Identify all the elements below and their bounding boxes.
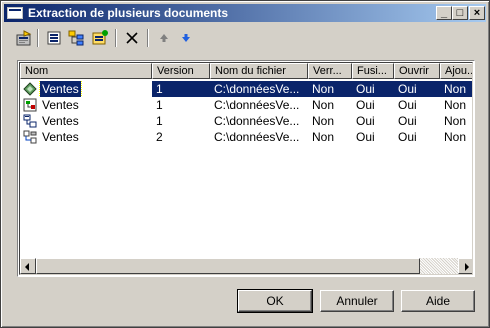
column-header[interactable]: Ouvrir (394, 63, 440, 79)
name-label: Ventes (42, 114, 79, 128)
list-header: Nom Version Nom du fichier Verr... Fusi... Ou… (20, 63, 472, 79)
table-cell: 2 (156, 130, 163, 144)
table-row[interactable]: Ventes 2 C:\donnéesVe... Non Oui Oui Non (20, 129, 472, 145)
table-cell: Oui (352, 81, 394, 97)
help-button[interactable]: Aide (401, 290, 475, 312)
column-header[interactable]: Nom du fichier (210, 63, 308, 79)
documents-list[interactable]: Nom Version Nom du fichier Verr... Fusi... Ou… (17, 60, 475, 277)
name-cell: Ventes (20, 113, 152, 129)
select-all-icon[interactable] (45, 29, 63, 47)
model-icon-3 (23, 114, 37, 128)
table-cell: Oui (394, 81, 440, 97)
table-cell: C:\donnéesVe... (214, 114, 300, 128)
toolbar-separator (147, 29, 149, 47)
maximize-button[interactable]: □ (452, 6, 468, 20)
toolbar-separator (115, 29, 117, 47)
table-cell: Oui (356, 114, 375, 128)
cancel-button[interactable]: Annuler (320, 290, 394, 312)
toolbar-separator (37, 29, 39, 47)
minimize-button[interactable]: _ (436, 6, 452, 20)
table-cell: Non (312, 98, 335, 112)
name-label: Ventes (39, 81, 82, 97)
name-label: Ventes (42, 98, 79, 112)
tree-icon[interactable] (67, 29, 85, 47)
table-cell: 1 (156, 98, 163, 112)
model-icon-4 (23, 130, 37, 144)
table-row[interactable]: Ventes 1 C:\donnéesVe... Non Oui Oui Non (20, 97, 472, 113)
name-label: Ventes (42, 130, 79, 144)
table-row[interactable]: Ventes 1 C:\donnéesVe... Non Oui Oui Non (20, 113, 472, 129)
dialog-window: Extraction de plusieurs documents _ □ × (0, 0, 490, 328)
table-cell: 1 (152, 81, 210, 97)
title-bar[interactable]: Extraction de plusieurs documents _ □ × (4, 4, 486, 22)
scroll-left-button[interactable] (20, 258, 36, 274)
table-cell: Oui (398, 130, 417, 144)
model-icon-1 (23, 82, 37, 96)
table-cell: Oui (356, 130, 375, 144)
scroll-right-button[interactable] (458, 258, 472, 274)
delete-icon[interactable] (123, 29, 141, 47)
window-icon (7, 7, 23, 19)
scroll-thumb[interactable] (36, 258, 420, 274)
toolbar (11, 27, 311, 49)
table-cell: Oui (398, 114, 417, 128)
column-header[interactable]: Version (152, 63, 210, 79)
ok-button[interactable]: OK (237, 289, 313, 313)
column-header[interactable]: Fusi... (352, 63, 394, 79)
window-title: Extraction de plusieurs documents (28, 6, 229, 20)
name-cell: Ventes (20, 129, 152, 145)
table-cell: C:\donnéesVe... (214, 98, 300, 112)
column-header[interactable]: Verr... (308, 63, 352, 79)
properties-icon[interactable] (15, 29, 33, 47)
model-icon-2 (23, 98, 37, 112)
table-cell: Non (440, 81, 472, 97)
table-cell: Non (444, 114, 467, 128)
table-cell: C:\donnéesVe... (210, 81, 308, 97)
name-cell: Ventes (20, 81, 152, 97)
table-cell: Non (308, 81, 352, 97)
name-cell: Ventes (20, 97, 152, 113)
table-cell: 1 (156, 114, 163, 128)
add-documents-icon[interactable] (91, 29, 109, 47)
table-row[interactable]: Ventes 1 C:\donnéesVe... Non Oui Oui Non (20, 81, 472, 97)
move-up-icon[interactable] (155, 29, 173, 47)
close-button[interactable]: × (469, 6, 485, 20)
table-cell: C:\donnéesVe... (214, 130, 300, 144)
table-cell: Oui (356, 98, 375, 112)
column-header[interactable]: Ajou... (440, 63, 472, 79)
table-cell: Non (444, 98, 467, 112)
column-header[interactable]: Nom (20, 63, 152, 79)
horizontal-scrollbar[interactable] (20, 258, 472, 274)
scroll-track[interactable] (420, 258, 458, 274)
table-cell: Non (312, 130, 335, 144)
table-cell: Oui (398, 98, 417, 112)
table-cell: Non (444, 130, 467, 144)
move-down-icon[interactable] (177, 29, 195, 47)
table-cell: Non (312, 114, 335, 128)
